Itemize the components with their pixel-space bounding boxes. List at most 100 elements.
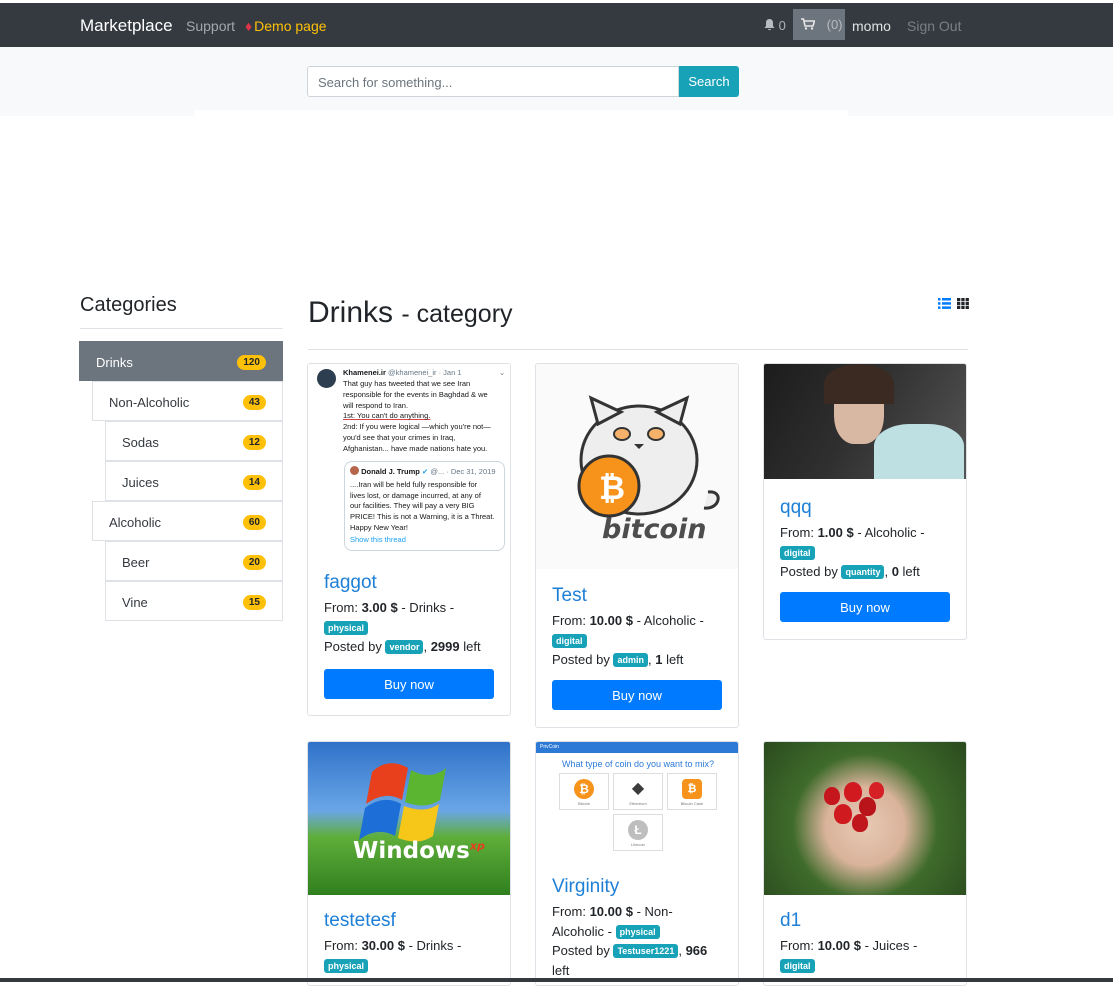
bottom-edge <box>0 978 1113 982</box>
product-title[interactable]: Virginity <box>552 876 619 898</box>
mixer-question: What type of coin do you want to mix? <box>561 759 715 769</box>
seller-badge[interactable]: quantity <box>841 565 885 579</box>
sidebar-item-vine[interactable]: Vine 15 <box>105 581 283 621</box>
quoted-handle: @... · Dec 31, 2019 <box>430 467 496 476</box>
product-info: From: 30.00 $ - Drinks - physical <box>324 936 496 975</box>
tweet-line: 1st: You can't do anything. <box>343 411 431 421</box>
user-link[interactable]: momo <box>852 18 891 34</box>
posted-by-label: Posted by <box>552 943 610 958</box>
product-image-strawberries[interactable] <box>764 742 966 895</box>
product-info: From: 10.00 $ - Juices - digital <box>780 936 952 975</box>
tweet-line: will respond to Iran. <box>343 400 409 410</box>
grid-view-icon[interactable] <box>957 298 970 309</box>
product-card: PrivCoin What type of coin do you want t… <box>535 741 739 986</box>
stock-count: 2999 <box>430 639 460 654</box>
tweet-user: Khamenei.ir <box>343 368 386 377</box>
sidebar-item-sodas[interactable]: Sodas 12 <box>105 421 283 461</box>
category-label: - Alcoholic - <box>857 525 925 540</box>
sidebar-item-label: Sodas <box>122 435 159 450</box>
list-view-icon[interactable] <box>938 298 951 309</box>
product-image-tweet[interactable]: Khamenei.ir @khamenei_ir · Jan 1 ⌄ That … <box>308 364 510 559</box>
coin-label: Ethereum <box>629 801 647 806</box>
from-label: From: <box>780 525 814 540</box>
category-label: - Drinks - <box>401 600 455 615</box>
banner-area <box>194 110 848 116</box>
windows-logo-text: Windows <box>353 838 470 864</box>
product-image-coinmixer[interactable]: PrivCoin What type of coin do you want t… <box>536 742 738 867</box>
notifications-link[interactable]: 0 <box>764 18 786 33</box>
from-label: From: <box>552 613 586 628</box>
divider <box>308 349 968 350</box>
category-label: - Drinks - <box>408 938 462 953</box>
stock-label: left <box>463 639 481 654</box>
sidebar-item-beer[interactable]: Beer 20 <box>105 541 283 581</box>
seller-badge[interactable]: vendor <box>385 640 424 654</box>
type-badge: physical <box>324 620 369 635</box>
product-title[interactable]: qqq <box>780 497 812 519</box>
buy-now-button[interactable]: Buy now <box>552 680 722 710</box>
posted-by-label: Posted by <box>552 652 610 667</box>
product-title[interactable]: testetesf <box>324 910 396 932</box>
tweet-line: responsible for the events in Baghdad & … <box>343 389 488 399</box>
product-title[interactable]: faggot <box>324 572 377 594</box>
search-input[interactable]: Search for something... <box>307 66 679 97</box>
type-badge: digital <box>552 633 587 648</box>
quoted-user: Donald J. Trump <box>361 467 420 476</box>
price: 3.00 $ <box>361 600 398 615</box>
coin-label: Bitcoin <box>577 801 590 806</box>
count-badge: 20 <box>242 555 266 570</box>
buy-now-button[interactable]: Buy now <box>780 592 950 622</box>
product-card: qqq From: 1.00 $ - Alcoholic - digital P… <box>763 363 967 640</box>
product-info: From: 10.00 $ - Alcoholic - digital Post… <box>552 613 704 667</box>
tweet-line: That guy has tweeted that we see Iran <box>343 379 471 388</box>
demo-page-link[interactable]: ♦ Demo page <box>245 18 327 34</box>
buy-now-button[interactable]: Buy now <box>324 669 494 699</box>
quoted-line: lives lost, or damage incurred, at any o… <box>350 490 481 500</box>
stock-label: left <box>666 652 684 667</box>
signout-link[interactable]: Sign Out <box>907 18 961 34</box>
price: 1.00 $ <box>817 525 854 540</box>
product-card: Khamenei.ir @khamenei_ir · Jan 1 ⌄ That … <box>307 363 511 716</box>
type-badge: physical <box>324 958 369 973</box>
divider <box>80 328 283 329</box>
count-badge: 12 <box>242 435 266 450</box>
category-name: Drinks <box>308 296 394 329</box>
product-title[interactable]: Test <box>552 585 587 607</box>
product-info: From: 3.00 $ - Drinks - physical Posted … <box>324 600 481 654</box>
seller-badge[interactable]: Testuser1221 <box>613 944 679 958</box>
search-button[interactable]: Search <box>679 66 739 97</box>
cart-button[interactable]: (0) <box>793 9 845 40</box>
tweet-handle: @khamenei_ir · Jan 1 <box>388 368 462 377</box>
stock-count: 1 <box>655 652 663 667</box>
sidebar-item-label: Vine <box>122 595 148 610</box>
product-image-portrait[interactable] <box>764 364 966 479</box>
svg-text:₿: ₿ <box>599 469 625 507</box>
product-image-windows[interactable]: Windowsxp <box>308 742 510 895</box>
sidebar-item-alcoholic[interactable]: Alcoholic 60 <box>92 501 283 541</box>
sidebar-item-label: Juices <box>122 475 159 490</box>
count-badge: 15 <box>242 595 266 610</box>
category-label: Alcoholic - <box>552 923 612 939</box>
product-card: d1 From: 10.00 $ - Juices - digital <box>763 741 967 986</box>
posted-by-label: Posted by <box>780 564 838 579</box>
support-link[interactable]: Support <box>186 18 235 34</box>
sidebar-item-non-alcoholic[interactable]: Non-Alcoholic 43 <box>92 381 283 421</box>
notifications-count: 0 <box>778 18 786 33</box>
product-image-bitcoin[interactable]: ₿ bitcoin <box>536 364 738 569</box>
categories-title: Categories <box>80 294 177 316</box>
sidebar-item-label: Drinks <box>96 355 133 370</box>
stock-label: left <box>902 564 920 579</box>
price: 10.00 $ <box>589 904 633 919</box>
quoted-line: Happy New Year! <box>350 522 408 532</box>
cart-count: (0) <box>826 17 843 32</box>
coin-label: Bitcoin Cash <box>680 801 704 806</box>
product-title[interactable]: d1 <box>780 910 801 932</box>
brand-link[interactable]: Marketplace <box>80 16 173 36</box>
count-badge: 120 <box>237 355 266 370</box>
sidebar-item-drinks[interactable]: Drinks 120 <box>79 341 283 381</box>
sidebar-item-juices[interactable]: Juices 14 <box>105 461 283 501</box>
category-label: - Juices - <box>864 938 918 953</box>
tweet-line: Afghanistan... have made nations hate yo… <box>343 443 488 453</box>
seller-badge[interactable]: admin <box>613 653 648 667</box>
stock-count: 0 <box>891 564 899 579</box>
